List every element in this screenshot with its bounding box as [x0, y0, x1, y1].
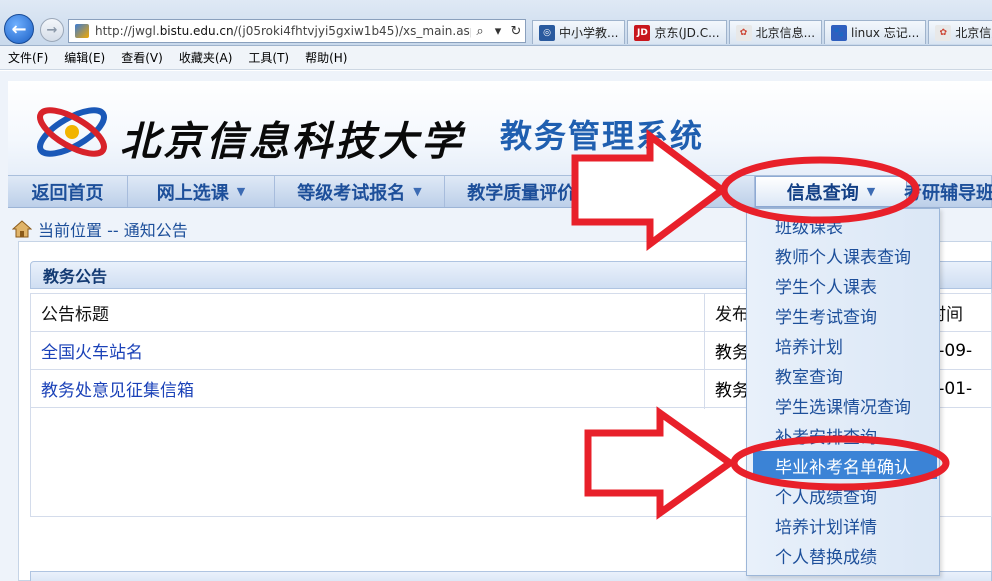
dropdown-menu-item[interactable]: 个人成绩查询 [747, 481, 939, 509]
menu-item[interactable]: 工具(T) [240, 49, 297, 66]
chevron-down-icon: ▼ [236, 185, 246, 198]
tab-favicon-icon: ◎ [539, 24, 555, 41]
dropdown-menu-item[interactable]: 学生个人课表 [747, 271, 939, 299]
url-text[interactable]: http://jwgl.bistu.edu.cn/(j05roki4fhtvjy… [95, 24, 471, 38]
nav-item-label: 考研辅导班 [904, 182, 992, 204]
tab-favicon-icon: ✿ [935, 24, 952, 41]
chevron-down-icon: ▼ [866, 185, 876, 198]
dropdown-menu-item[interactable]: 个人替换成绩 [747, 541, 939, 569]
browser-tab[interactable]: ✿北京信息... [928, 20, 992, 44]
dropdown-menu-item[interactable]: 培养计划 [747, 331, 939, 359]
main-nav: 返回首页 网上选课 ▼ 等级考试报名 ▼ 教学质量评价 ▼ 信息维护 信息查询 ▼ 考研辅导班 [8, 175, 992, 208]
nav-item-label: 信息维护 [648, 182, 721, 204]
column-header-title: 公告标题 [30, 293, 705, 332]
tab-favicon-icon: JD [634, 24, 651, 41]
nav-item-label: 信息查询 [786, 182, 859, 204]
home-icon [12, 220, 32, 238]
dropdown-menu-item[interactable]: 学生选课情况查询 [747, 391, 939, 419]
browser-tabs: ◎ 中小学教... JD 京东(JD.C... ✿ 北京信息... 🐾 linux 忘记...… [532, 20, 992, 44]
breadcrumb-text: 当前位置 -- 通知公告 [38, 221, 188, 240]
dropdown-menu-item[interactable]: 教室查询 [747, 361, 939, 389]
university-logo-icon [37, 107, 107, 157]
search-icon[interactable]: ⌕ [471, 24, 489, 39]
browser-menu-bar: 文件(F) 编辑(E) 查看(V) 收藏夹(A) 工具(T) 帮助(H) [0, 46, 992, 70]
nav-item[interactable]: 返回首页 [8, 176, 128, 207]
tab-favicon-icon: ✿ [735, 24, 752, 41]
dropdown-caret-icon[interactable]: ▾ [489, 24, 507, 39]
nav-item-label: 教学质量评价 [467, 182, 576, 204]
menu-item[interactable]: 文件(F) [0, 49, 56, 66]
menu-item[interactable]: 编辑(E) [56, 49, 113, 66]
nav-item[interactable]: 信息维护 [615, 176, 755, 207]
address-bar[interactable]: http://jwgl.bistu.edu.cn/(j05roki4fhtvjy… [68, 19, 526, 43]
nav-item[interactable]: 网上选课 ▼ [128, 176, 275, 207]
nav-item[interactable]: 考研辅导班 [904, 176, 992, 207]
breadcrumb: 当前位置 -- 通知公告 [12, 217, 188, 241]
dropdown-menu-item[interactable]: 毕业补考名单确认 [753, 451, 937, 479]
nav-item[interactable]: 教学质量评价 ▼ [445, 176, 615, 207]
chevron-down-icon: ▼ [583, 185, 592, 198]
browser-tab[interactable]: 🐾 linux 忘记... [824, 20, 927, 44]
site-header: 北京信息科技大学 教务管理系统 [8, 81, 992, 177]
menu-item[interactable]: 帮助(H) [297, 49, 355, 66]
info-query-dropdown-menu: 班级课表 教师个人课表查询 学生个人课表 学生考试查询 培养计划 教室查询 学生选课情况查询… [746, 208, 940, 576]
browser-tab[interactable]: ◎ 中小学教... [532, 20, 626, 44]
tab-favicon-icon: 🐾 [831, 24, 848, 41]
browser-toolbar: ← → http://jwgl.bistu.edu.cn/(j05roki4fh… [0, 0, 992, 46]
tab-label: 中小学教... [559, 26, 619, 40]
tab-label: 北京信息... [955, 26, 992, 40]
page-body: 北京信息科技大学 教务管理系统 返回首页 网上选课 ▼ 等级考试报名 ▼ 教学质量评价 ▼ 信… [0, 71, 992, 581]
menu-item[interactable]: 查看(V) [113, 49, 171, 66]
menu-item[interactable]: 收藏夹(A) [171, 49, 241, 66]
dropdown-menu-item[interactable]: 补考安排查询 [747, 421, 939, 449]
nav-item-label: 等级考试报名 [297, 182, 406, 204]
school-name: 北京信息科技大学 [120, 118, 464, 165]
nav-item[interactable]: 信息查询 ▼ [755, 176, 907, 207]
forward-arrow-icon[interactable]: → [40, 18, 64, 42]
tab-label: 京东(JD.C... [654, 26, 720, 40]
refresh-icon[interactable]: ↻ [507, 24, 525, 39]
browser-tab[interactable]: JD 京东(JD.C... [627, 20, 727, 44]
nav-item[interactable]: 等级考试报名 ▼ [275, 176, 445, 207]
chevron-down-icon: ▼ [413, 185, 422, 198]
notice-title-link[interactable]: 教务处意见征集信箱 [30, 369, 705, 408]
nav-item-label: 网上选课 [156, 182, 229, 204]
back-arrow-icon[interactable]: ← [4, 14, 34, 44]
dropdown-menu-item[interactable]: 教师个人课表查询 [747, 241, 939, 269]
nav-item-label: 返回首页 [31, 182, 104, 204]
notice-title-link[interactable]: 全国火车站名 [30, 331, 705, 370]
tab-label: 北京信息... [755, 26, 816, 40]
site-favicon-icon [75, 24, 89, 38]
browser-tab[interactable]: ✿北京信息... [728, 20, 823, 44]
system-name: 教务管理系统 [500, 117, 705, 155]
dropdown-menu-item[interactable]: 培养计划详情 [747, 511, 939, 539]
tab-label: linux 忘记... [851, 26, 920, 40]
dropdown-menu-item[interactable]: 班级课表 [747, 211, 939, 239]
dropdown-menu-item[interactable]: 学生考试查询 [747, 301, 939, 329]
